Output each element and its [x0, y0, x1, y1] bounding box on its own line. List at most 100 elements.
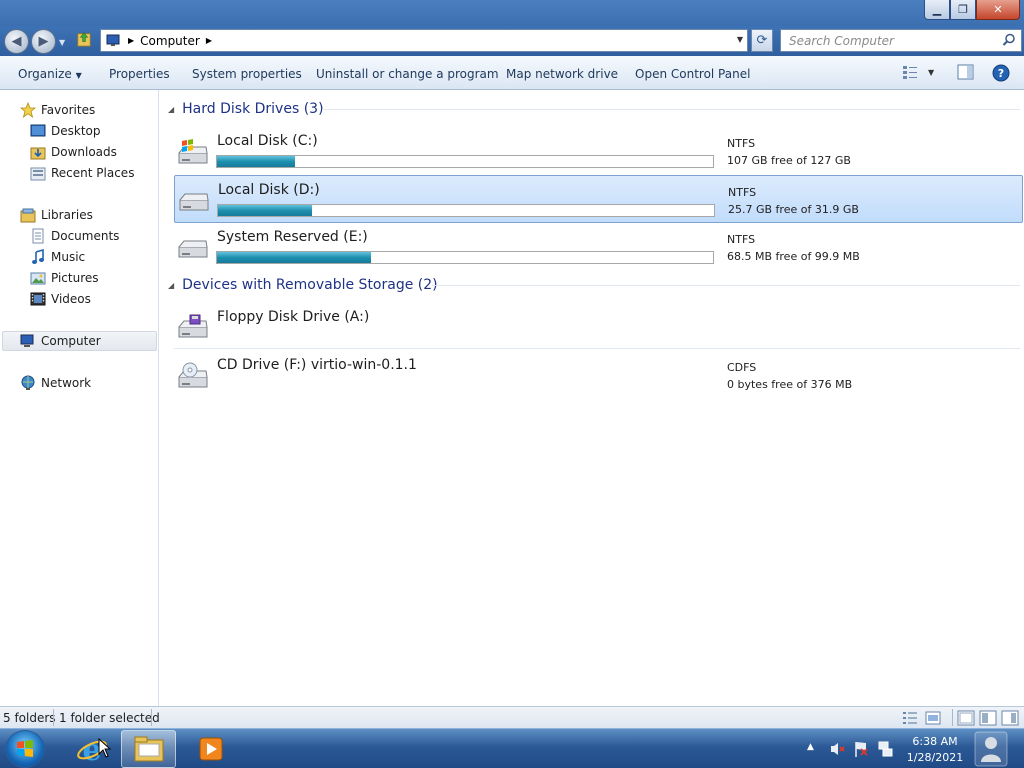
drive-name: Local Disk (C:) — [217, 133, 318, 149]
drive-name: Local Disk (D:) — [218, 182, 320, 198]
drive-free-space: 25.7 GB free of 31.9 GB — [728, 203, 859, 216]
drive-filesystem: NTFS — [727, 233, 756, 246]
title-bar: ▁ ❐ ✕ — [0, 0, 1024, 26]
nav-libraries-label: Libraries — [41, 208, 93, 222]
drive-filesystem: NTFS — [728, 186, 757, 199]
nav-music-label: Music — [51, 250, 86, 264]
taskbar-windows-explorer[interactable] — [121, 730, 176, 768]
drive-filesystem: NTFS — [727, 137, 756, 150]
nav-computer[interactable]: Computer — [2, 331, 157, 351]
network-status-icon[interactable] — [877, 740, 893, 758]
nav-libraries[interactable]: Libraries — [20, 206, 93, 224]
taskbar-media-player[interactable] — [183, 730, 238, 768]
folder-explorer-icon — [134, 736, 163, 762]
nav-desktop[interactable]: Desktop — [30, 122, 101, 140]
nav-downloads[interactable]: Downloads — [30, 143, 117, 161]
nav-downloads-label: Downloads — [51, 145, 117, 159]
back-arrow-icon: ◀ — [11, 34, 22, 49]
drive-tile[interactable]: Floppy Disk Drive (A:) — [174, 303, 1023, 351]
forward-arrow-icon: ▶ — [38, 34, 49, 49]
windows-disk-icon — [178, 139, 208, 164]
search-icon[interactable] — [1002, 33, 1016, 47]
nav-documents[interactable]: Documents — [30, 227, 119, 245]
recent-pages-dropdown[interactable]: ▼ — [59, 38, 65, 47]
drive-name: CD Drive (F:) virtio-win-0.1.1 — [217, 357, 417, 373]
address-bar[interactable]: ▶ Computer ▶ ▼ — [100, 29, 748, 52]
large-icons-view-icon[interactable] — [925, 711, 941, 725]
documents-icon — [32, 228, 44, 244]
status-divider — [952, 709, 953, 726]
drive-tile[interactable]: Local Disk (D:) NTFS 25.7 GB free of 31.9 … — [174, 175, 1023, 223]
nav-recent-places-label: Recent Places — [51, 166, 135, 180]
group-hard-disk-label: Hard Disk Drives (3) — [182, 101, 324, 117]
search-input[interactable]: Search Computer — [780, 29, 1022, 52]
hard-disk-icon — [179, 193, 209, 211]
breadcrumb-chevron-icon[interactable]: ▶ — [206, 36, 212, 45]
back-button[interactable]: ◀ — [4, 29, 29, 54]
nav-music[interactable]: Music — [30, 248, 85, 266]
preview-pane-icon[interactable] — [957, 64, 974, 80]
collapse-triangle-icon[interactable]: ◢ — [168, 281, 174, 290]
computer-icon — [20, 334, 34, 347]
drive-usage-fill — [217, 156, 295, 167]
help-icon[interactable]: ? — [992, 64, 1010, 82]
taskbar: e ▲ 6:38 AM 1/28/2021 — [0, 728, 1024, 768]
start-button[interactable] — [5, 730, 45, 768]
up-folder-icon[interactable] — [76, 31, 92, 47]
command-bar: Organize ▼ Properties System properties … — [0, 56, 1024, 90]
music-icon — [32, 249, 44, 264]
organize-button[interactable]: Organize ▼ — [18, 67, 82, 81]
open-control-panel-button[interactable]: Open Control Panel — [635, 67, 750, 81]
nav-videos[interactable]: Videos — [30, 290, 91, 308]
properties-button[interactable]: Properties — [109, 67, 170, 81]
drive-free-space: 68.5 MB free of 99.9 MB — [727, 250, 860, 263]
change-view-icon[interactable] — [902, 64, 918, 80]
floppy-drive-icon — [178, 314, 208, 338]
drive-usage-bar — [216, 251, 714, 264]
nav-recent-places[interactable]: Recent Places — [30, 164, 134, 182]
show-hidden-icons-button[interactable]: ▲ — [807, 742, 814, 752]
group-removable-label: Devices with Removable Storage (2) — [182, 277, 438, 293]
close-button[interactable]: ✕ — [976, 0, 1020, 20]
group-hard-disk-drives[interactable]: ◢ Hard Disk Drives (3) — [168, 99, 324, 119]
drive-usage-fill — [217, 252, 371, 263]
nav-pictures[interactable]: Pictures — [30, 269, 99, 287]
group-divider — [432, 285, 1020, 286]
address-dropdown-icon[interactable]: ▼ — [737, 35, 743, 44]
drive-tile[interactable]: System Reserved (E:) NTFS 68.5 MB free of … — [174, 223, 1023, 271]
group-removable-storage[interactable]: ◢ Devices with Removable Storage (2) — [168, 275, 438, 295]
system-clock[interactable]: 6:38 AM 1/28/2021 — [900, 734, 970, 766]
drive-tile[interactable]: Local Disk (C:) NTFS 107 GB free of 127 GB — [174, 127, 1023, 175]
nav-favorites[interactable]: Favorites — [20, 101, 95, 119]
computer-icon — [106, 34, 120, 46]
user-account-icon[interactable] — [974, 731, 1008, 767]
system-properties-button[interactable]: System properties — [192, 67, 302, 81]
refresh-icon: ⟳ — [756, 33, 768, 48]
drive-filesystem: CDFS — [727, 361, 757, 374]
drive-tile[interactable]: CD Drive (F:) virtio-win-0.1.1 CDFS 0 by… — [174, 351, 1023, 399]
collapse-triangle-icon[interactable]: ◢ — [168, 105, 174, 114]
volume-muted-icon[interactable] — [829, 741, 845, 757]
drive-usage-bar — [217, 204, 715, 217]
action-center-flag-icon[interactable] — [853, 740, 869, 758]
pictures-icon — [30, 272, 46, 285]
forward-button[interactable]: ▶ — [31, 29, 56, 54]
close-icon: ✕ — [993, 3, 1003, 16]
breadcrumb-computer[interactable]: Computer — [140, 34, 200, 48]
minimize-button[interactable]: ▁ — [924, 0, 950, 20]
nav-network[interactable]: Network — [20, 374, 91, 392]
chevron-down-icon: ▼ — [75, 71, 82, 80]
maximize-button[interactable]: ❐ — [950, 0, 976, 20]
map-network-drive-button[interactable]: Map network drive — [506, 67, 618, 81]
layout-preview-pane-icon[interactable] — [1001, 710, 1019, 726]
layout-navigation-pane-icon[interactable] — [957, 710, 975, 726]
refresh-button[interactable]: ⟳ — [751, 29, 773, 52]
details-view-icon[interactable] — [902, 711, 918, 725]
uninstall-program-button[interactable]: Uninstall or change a program — [316, 67, 499, 81]
layout-details-pane-icon[interactable] — [979, 710, 997, 726]
breadcrumb-separator-icon[interactable]: ▶ — [128, 36, 134, 45]
nav-pictures-label: Pictures — [51, 271, 99, 285]
minimize-icon: ▁ — [932, 3, 942, 16]
view-options-dropdown-icon[interactable]: ▼ — [928, 68, 934, 77]
drive-free-space: 107 GB free of 127 GB — [727, 154, 851, 167]
